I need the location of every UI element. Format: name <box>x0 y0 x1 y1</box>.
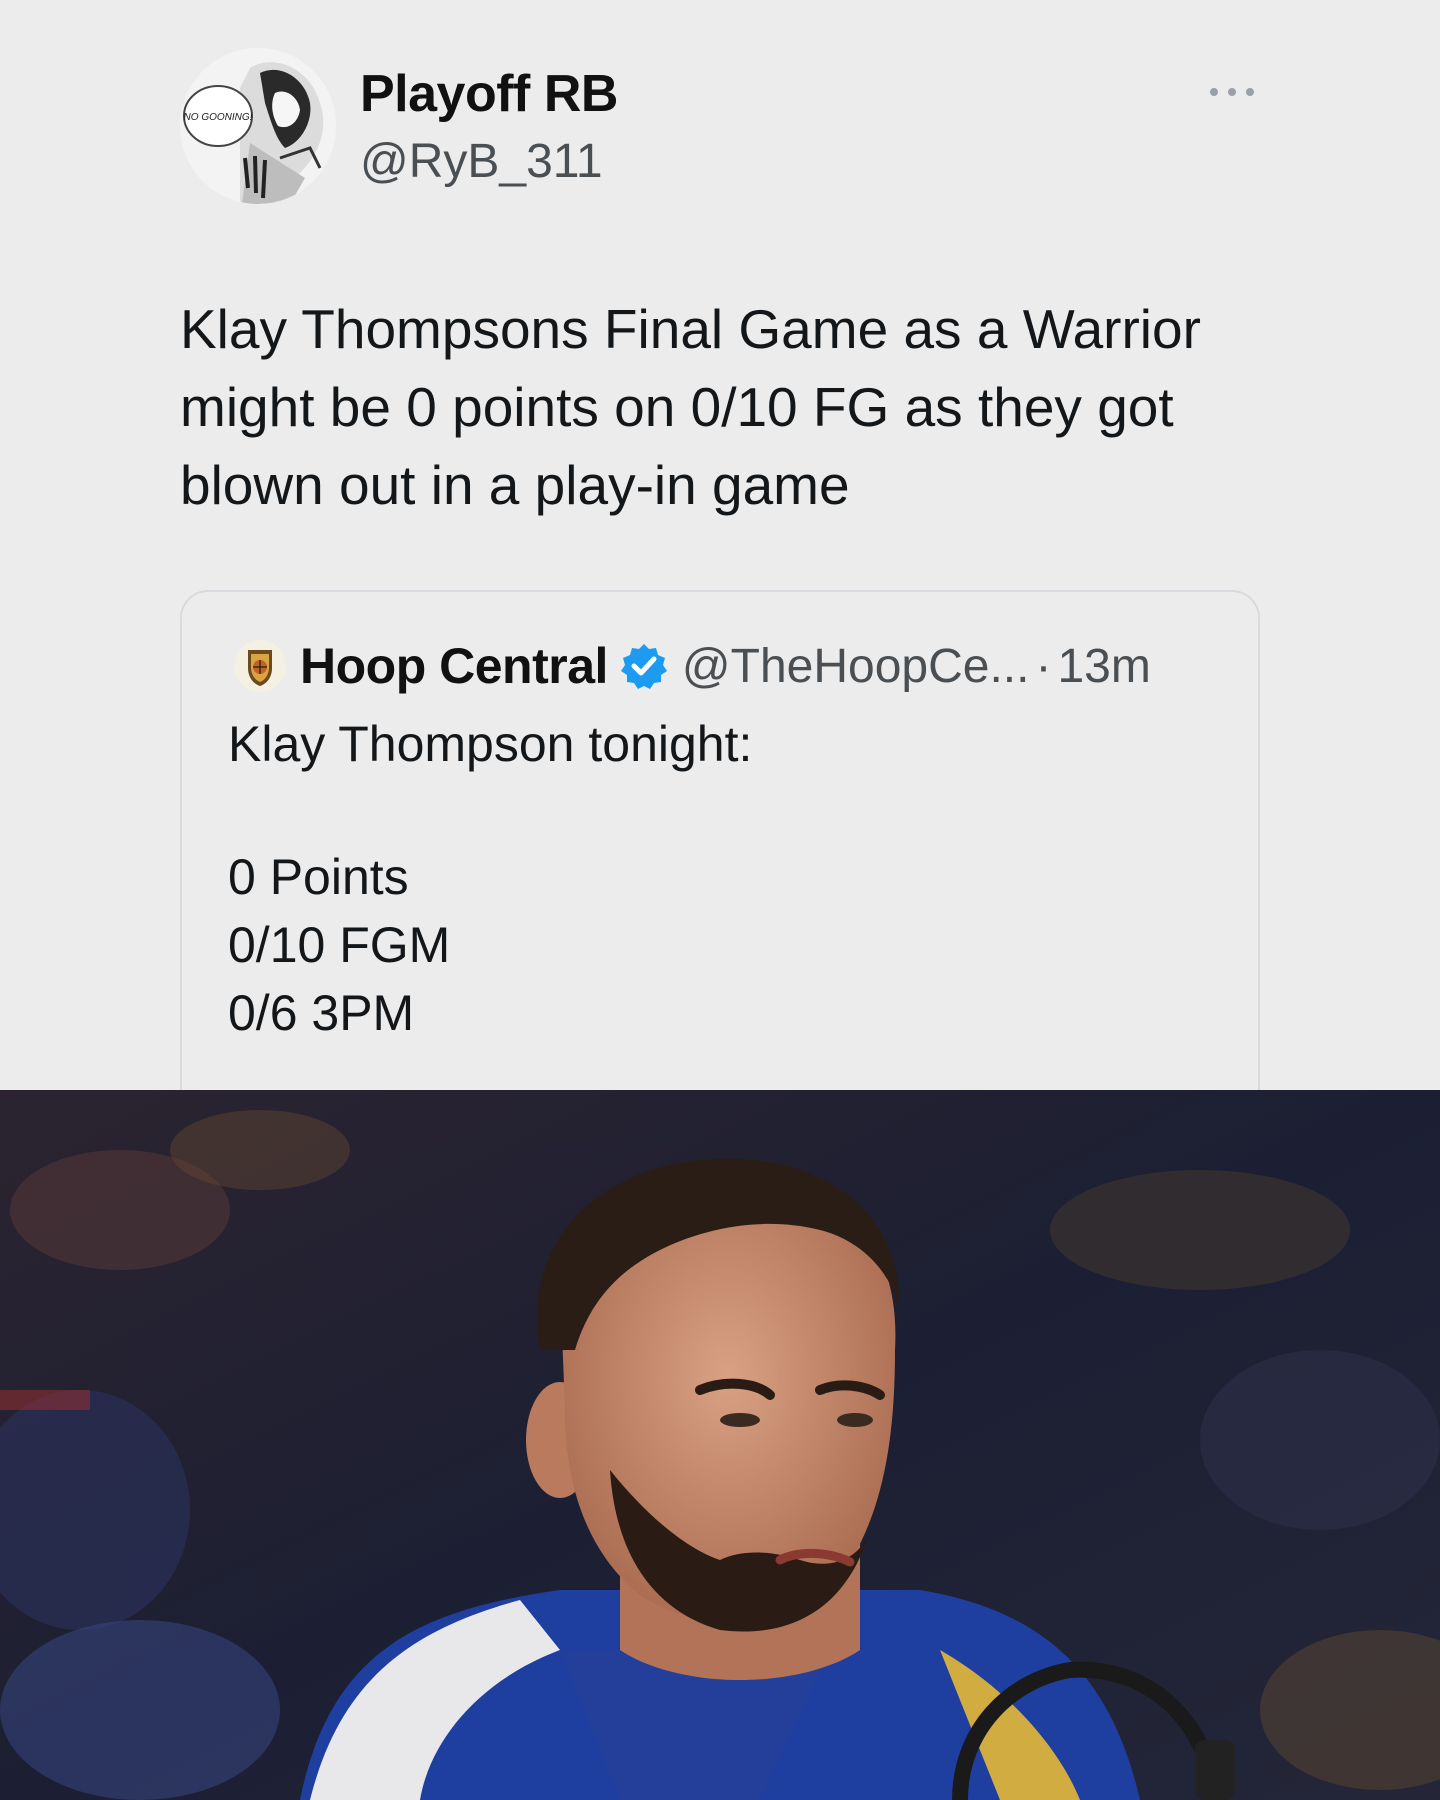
avatar-caption: NO GOONING! <box>184 112 253 123</box>
quoted-avatar[interactable] <box>234 640 286 692</box>
hoop-central-logo-icon <box>234 640 286 692</box>
quoted-separator: · <box>1035 639 1052 693</box>
tweet-text: Klay Thompsons Final Game as a Warrior m… <box>180 298 1201 516</box>
quoted-text: Klay Thompson tonight: 0 Points 0/10 FGM… <box>228 710 1208 1047</box>
quoted-timestamp[interactable]: 13m <box>1057 639 1150 694</box>
quoted-line: 0/6 3PM <box>228 985 415 1041</box>
more-dot <box>1246 88 1254 96</box>
quoted-line: 0 Points <box>228 849 409 905</box>
more-options-icon[interactable] <box>1210 78 1254 106</box>
more-dot <box>1228 88 1236 96</box>
quoted-blank-line <box>228 778 1208 843</box>
basketball-player-image <box>0 1090 1440 1800</box>
user-avatar[interactable]: NO GOONING! <box>180 48 336 204</box>
quoted-tweet[interactable]: Hoop Central @TheHoopCe... · 13m Klay Th… <box>180 590 1260 1090</box>
quoted-line: 0/10 FGM <box>228 917 451 973</box>
quoted-header: Hoop Central @TheHoopCe... · 13m <box>300 634 1151 698</box>
quoted-handle[interactable]: @TheHoopCe... <box>682 639 1030 694</box>
more-dot <box>1210 88 1218 96</box>
tweet-card: NO GOONING! Playoff RB @RyB_311 Klay Tho… <box>0 0 1440 1090</box>
manga-avatar-image: NO GOONING! <box>180 48 336 204</box>
player-photo <box>0 1090 1440 1800</box>
verified-badge-icon <box>620 644 667 689</box>
quoted-line: Klay Thompson tonight: <box>228 716 753 772</box>
user-handle[interactable]: @RyB_311 <box>360 134 603 189</box>
quoted-display-name[interactable]: Hoop Central <box>300 637 608 695</box>
user-display-name[interactable]: Playoff RB <box>360 64 618 124</box>
